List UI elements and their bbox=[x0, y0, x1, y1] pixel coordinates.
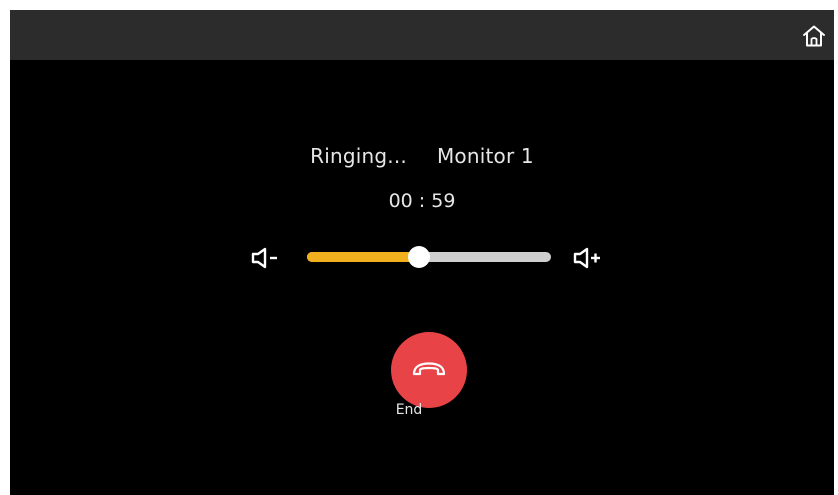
top-bar bbox=[10, 10, 834, 60]
end-call-button[interactable] bbox=[391, 332, 467, 408]
volume-up-icon bbox=[573, 247, 600, 269]
phone-hangup-icon bbox=[412, 362, 446, 376]
volume-knob[interactable] bbox=[408, 246, 431, 268]
volume-fill bbox=[307, 252, 420, 262]
call-screen: Ringing... Monitor 1 00 : 59 bbox=[10, 10, 834, 495]
volume-slider[interactable] bbox=[307, 246, 551, 268]
volume-up-button[interactable] bbox=[572, 246, 606, 270]
home-button[interactable] bbox=[800, 23, 828, 49]
volume-down-icon bbox=[251, 247, 277, 269]
call-timer: 00 : 59 bbox=[388, 190, 456, 212]
home-icon bbox=[803, 25, 825, 47]
call-target: Monitor 1 bbox=[436, 144, 534, 168]
call-status: Ringing... bbox=[310, 144, 407, 168]
end-call-label: End bbox=[395, 402, 423, 418]
volume-down-button[interactable] bbox=[250, 246, 284, 270]
call-status-line: Ringing... Monitor 1 bbox=[10, 144, 834, 168]
